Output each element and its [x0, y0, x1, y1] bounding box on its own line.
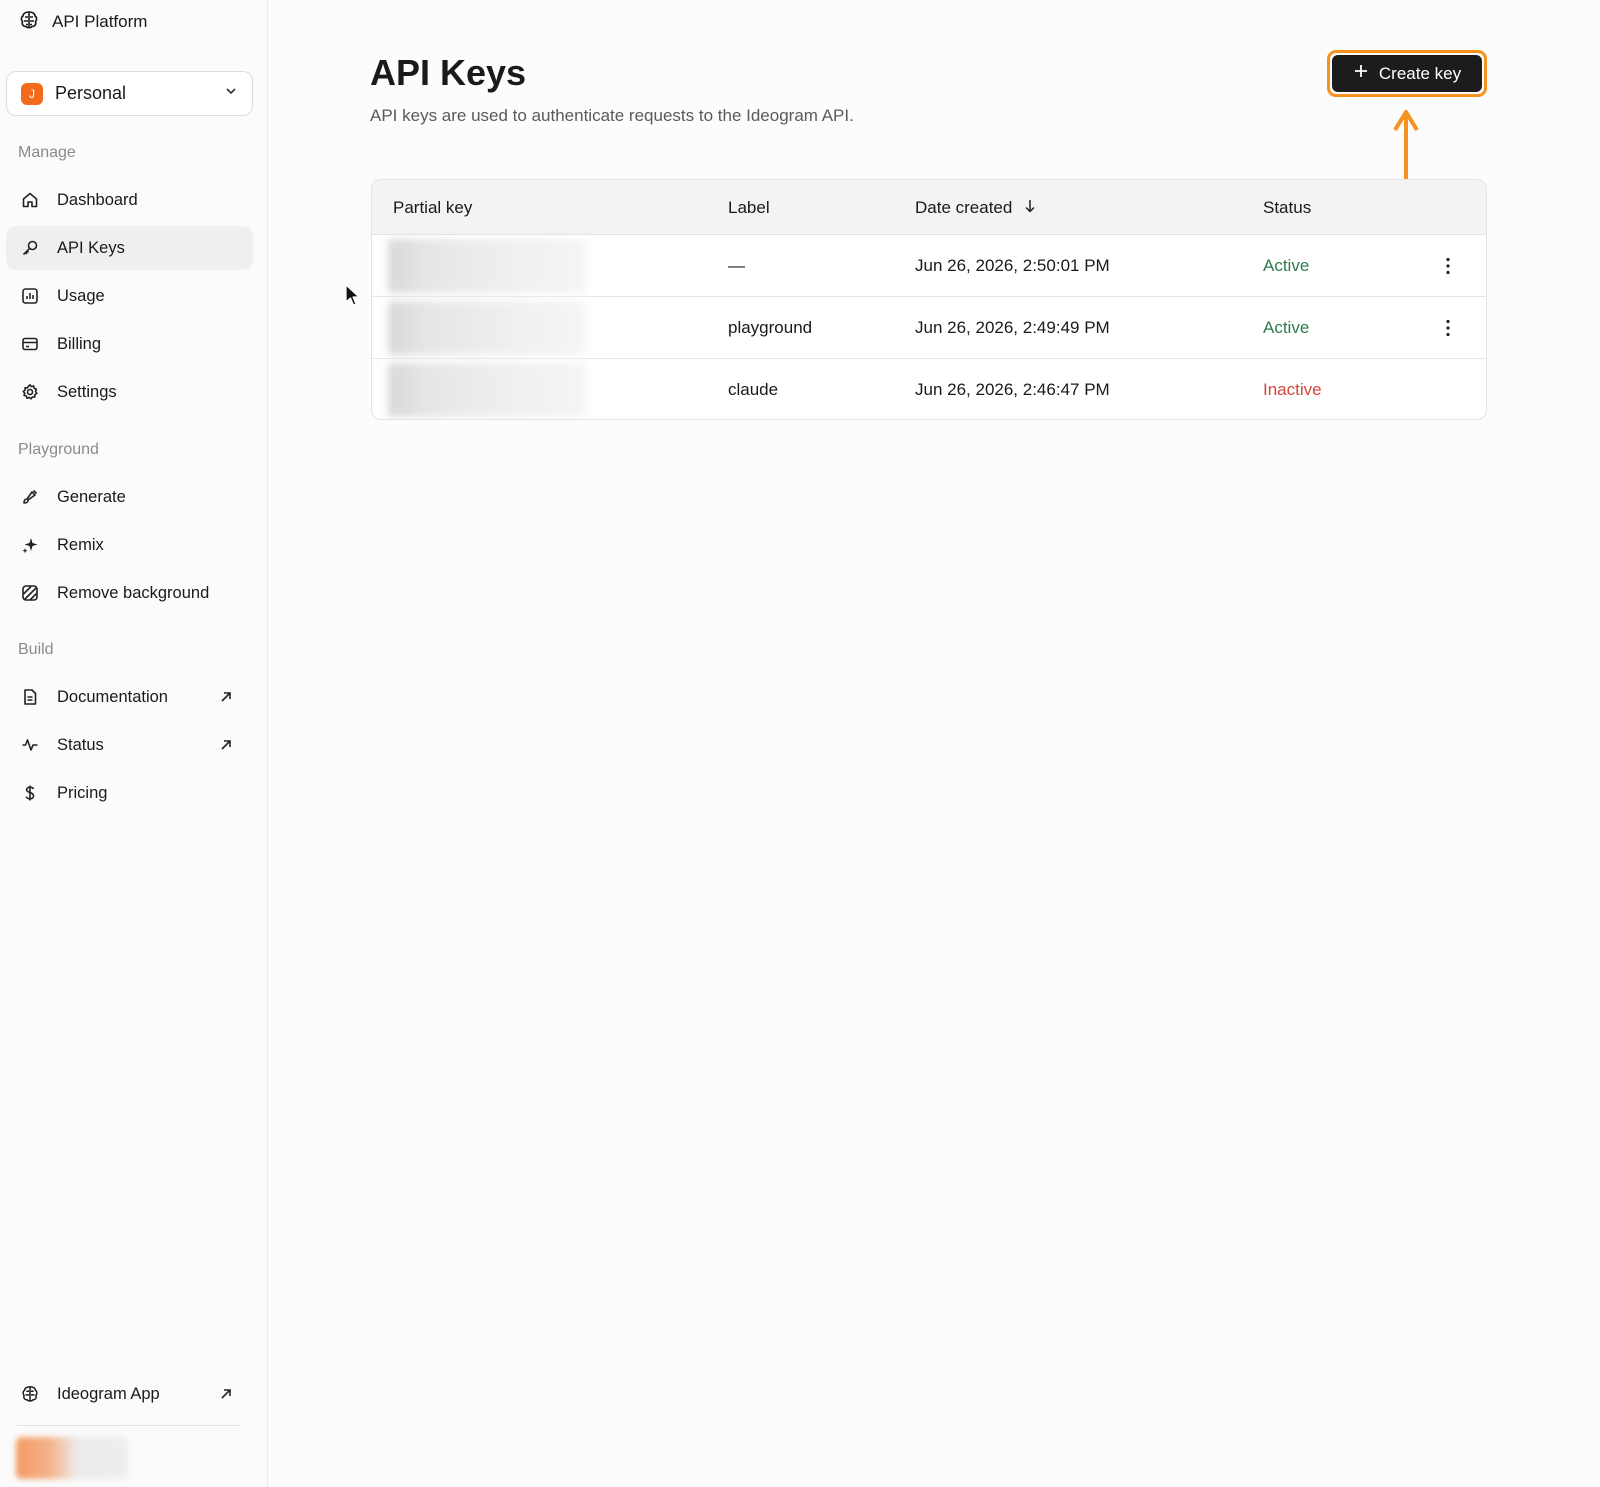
- sidebar-item-label: Documentation: [57, 687, 168, 706]
- section-label-manage: Manage: [18, 144, 76, 161]
- sidebar-item-label: Billing: [57, 334, 102, 353]
- section-label-playground: Playground: [18, 441, 99, 458]
- row-menu-button[interactable]: [1436, 297, 1460, 359]
- sidebar-item-label: Ideogram App: [57, 1384, 160, 1403]
- external-link-icon: [219, 738, 233, 752]
- page-title: API Keys: [370, 52, 527, 93]
- key-icon: [20, 238, 40, 258]
- table-row: — Jun 26, 2026, 2:50:01 PM Active: [372, 235, 1486, 297]
- create-key-button[interactable]: Create key: [1332, 55, 1482, 92]
- brush-icon: [20, 487, 40, 507]
- row-date: Jun 26, 2026, 2:50:01 PM: [915, 256, 1110, 275]
- more-vertical-icon: [1446, 257, 1450, 275]
- sidebar-item-generate[interactable]: Generate: [6, 475, 253, 519]
- sidebar: API Platform J Personal Manage Dashboard…: [0, 0, 268, 1487]
- app-title: API Platform: [52, 12, 148, 31]
- org-name: Personal: [55, 83, 127, 103]
- row-date: Jun 26, 2026, 2:49:49 PM: [915, 318, 1110, 337]
- sidebar-item-label: Remix: [57, 535, 104, 554]
- column-header-partial-key: Partial key: [393, 197, 473, 217]
- sidebar-item-label: Settings: [57, 382, 117, 401]
- sort-down-icon: [1024, 198, 1036, 218]
- sidebar-item-dashboard[interactable]: Dashboard: [6, 178, 253, 222]
- gear-icon: [20, 382, 40, 402]
- chart-icon: [20, 286, 40, 306]
- card-icon: [20, 334, 40, 354]
- sidebar-item-label: Generate: [57, 487, 126, 506]
- table-header: Partial key Label Date created Status: [372, 180, 1486, 235]
- sidebar-item-label: Status: [57, 735, 104, 754]
- chevron-down-icon: [224, 84, 238, 103]
- ideogram-logo-icon: [20, 1384, 40, 1404]
- partial-key-redacted: [388, 239, 586, 293]
- section-label-build: Build: [18, 641, 54, 658]
- more-vertical-icon: [1446, 319, 1450, 337]
- sparkle-icon: [20, 535, 40, 555]
- row-date: Jun 26, 2026, 2:46:47 PM: [915, 380, 1110, 399]
- sidebar-item-label: Usage: [57, 286, 105, 305]
- row-label: playground: [728, 318, 813, 337]
- mouse-cursor-icon: [345, 284, 360, 306]
- sidebar-item-status[interactable]: Status: [6, 723, 253, 767]
- user-profile-redacted[interactable]: [16, 1437, 128, 1479]
- sidebar-item-billing[interactable]: Billing: [6, 322, 253, 366]
- ideogram-logo-icon: [18, 9, 40, 36]
- doc-icon: [20, 687, 40, 707]
- column-header-date-created[interactable]: Date created: [915, 180, 1036, 235]
- sidebar-item-label: Pricing: [57, 783, 108, 802]
- sidebar-item-pricing[interactable]: Pricing: [6, 771, 253, 815]
- table-row: playground Jun 26, 2026, 2:49:49 PM Acti…: [372, 297, 1486, 359]
- home-icon: [20, 190, 40, 210]
- external-link-icon: [219, 690, 233, 704]
- table-row: claude Jun 26, 2026, 2:46:47 PM Inactive: [372, 359, 1486, 419]
- row-label: —: [728, 256, 745, 275]
- sidebar-item-settings[interactable]: Settings: [6, 370, 253, 414]
- page-subtitle: API keys are used to authenticate reques…: [370, 106, 854, 125]
- create-key-highlight: Create key: [1327, 50, 1487, 97]
- column-header-date-label: Date created: [915, 197, 1013, 217]
- row-status: Inactive: [1263, 380, 1322, 399]
- row-menu-button[interactable]: [1436, 235, 1460, 297]
- brand[interactable]: API Platform: [18, 10, 147, 34]
- external-link-icon: [219, 1387, 233, 1401]
- org-selector[interactable]: J Personal: [6, 71, 253, 116]
- api-keys-table: Partial key Label Date created Status — …: [371, 179, 1487, 420]
- sidebar-item-documentation[interactable]: Documentation: [6, 675, 253, 719]
- sidebar-item-usage[interactable]: Usage: [6, 274, 253, 318]
- sidebar-item-label: Dashboard: [57, 190, 138, 209]
- plus-icon: [1353, 63, 1369, 84]
- column-header-status: Status: [1263, 197, 1312, 217]
- row-label: claude: [728, 380, 779, 399]
- create-key-label: Create key: [1378, 63, 1462, 83]
- sidebar-divider: [17, 1425, 240, 1426]
- sidebar-item-ideogram-app[interactable]: Ideogram App: [6, 1372, 253, 1416]
- partial-key-redacted: [388, 363, 586, 417]
- row-status: Active: [1263, 256, 1310, 275]
- sidebar-item-remove-background[interactable]: Remove background: [6, 571, 253, 615]
- sidebar-item-label: API Keys: [57, 238, 125, 257]
- org-avatar: J: [21, 82, 43, 105]
- row-status: Active: [1263, 318, 1310, 337]
- dollar-icon: [20, 783, 40, 803]
- sidebar-item-label: Remove background: [57, 583, 210, 602]
- sidebar-item-remix[interactable]: Remix: [6, 523, 253, 567]
- sidebar-item-api-keys[interactable]: API Keys: [6, 226, 253, 270]
- pulse-icon: [20, 735, 40, 755]
- hatch-icon: [20, 583, 40, 603]
- partial-key-redacted: [388, 301, 586, 355]
- column-header-label: Label: [728, 197, 770, 217]
